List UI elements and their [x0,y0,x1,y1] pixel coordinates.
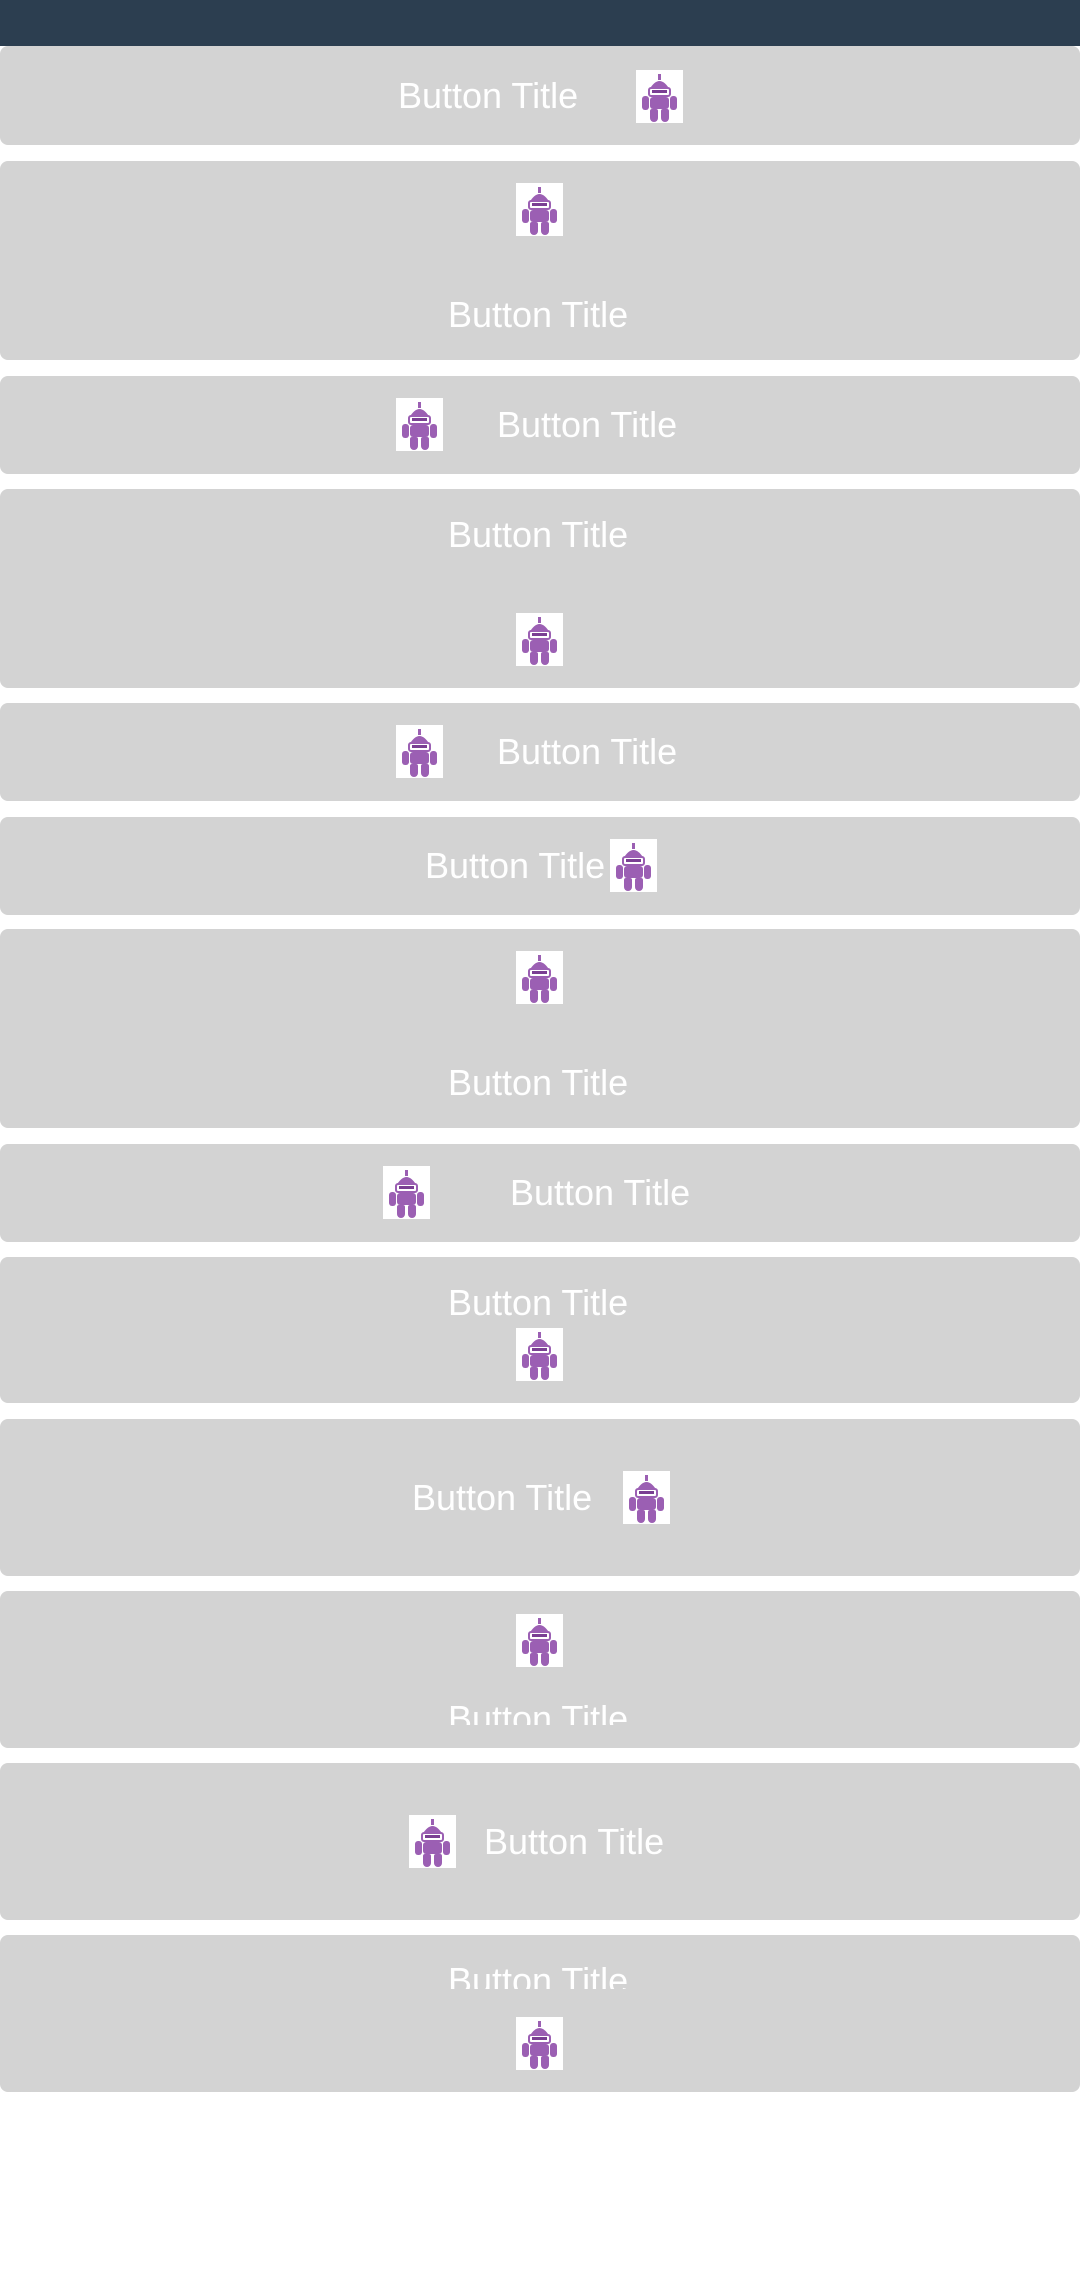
dotnet-bot-icon [383,1166,430,1219]
button-label: Button Title [398,75,579,116]
button-label: Button Title [448,1062,629,1103]
dotnet-bot-icon [516,183,563,236]
image-button-4[interactable]: Button Title [0,489,1080,688]
button-label: Button Title [497,731,678,772]
dotnet-bot-icon [516,1328,563,1381]
button-label: Button Title [425,845,606,886]
image-button-7[interactable]: Button Title [0,929,1080,1128]
image-button-13[interactable]: Button Title [0,1935,1080,2092]
button-label: Button Title [484,1821,665,1862]
button-label: Button Title [510,1172,691,1213]
dotnet-bot-icon [396,398,443,451]
button-label: Button Title [448,1698,629,1726]
dotnet-bot-icon [516,613,563,666]
image-button-3[interactable]: Button Title [0,376,1080,474]
image-button-1[interactable]: Button Title [0,46,1080,145]
button-label: Button Title [448,294,629,335]
status-bar [0,0,1080,46]
button-label: Button Title [448,514,629,555]
button-label: Button Title [497,404,678,445]
button-label: Button Title [448,1282,629,1323]
image-button-10[interactable]: Button Title [0,1419,1080,1576]
dotnet-bot-icon [636,70,683,123]
dotnet-bot-icon [516,2017,563,2070]
dotnet-bot-icon [516,951,563,1004]
image-button-8[interactable]: Button Title [0,1144,1080,1242]
image-button-9[interactable]: Button Title [0,1257,1080,1403]
image-button-12[interactable]: Button Title [0,1763,1080,1920]
button-label: Button Title [448,1960,629,1990]
dotnet-bot-icon [610,839,657,892]
dotnet-bot-icon [409,1815,456,1868]
image-button-11[interactable]: Button Title [0,1591,1080,1748]
image-button-5[interactable]: Button Title [0,703,1080,801]
button-label: Button Title [412,1477,593,1518]
dotnet-bot-icon [396,725,443,778]
image-button-2[interactable]: Button Title [0,161,1080,360]
image-button-6[interactable]: Button Title [0,817,1080,915]
dotnet-bot-icon [623,1471,670,1524]
